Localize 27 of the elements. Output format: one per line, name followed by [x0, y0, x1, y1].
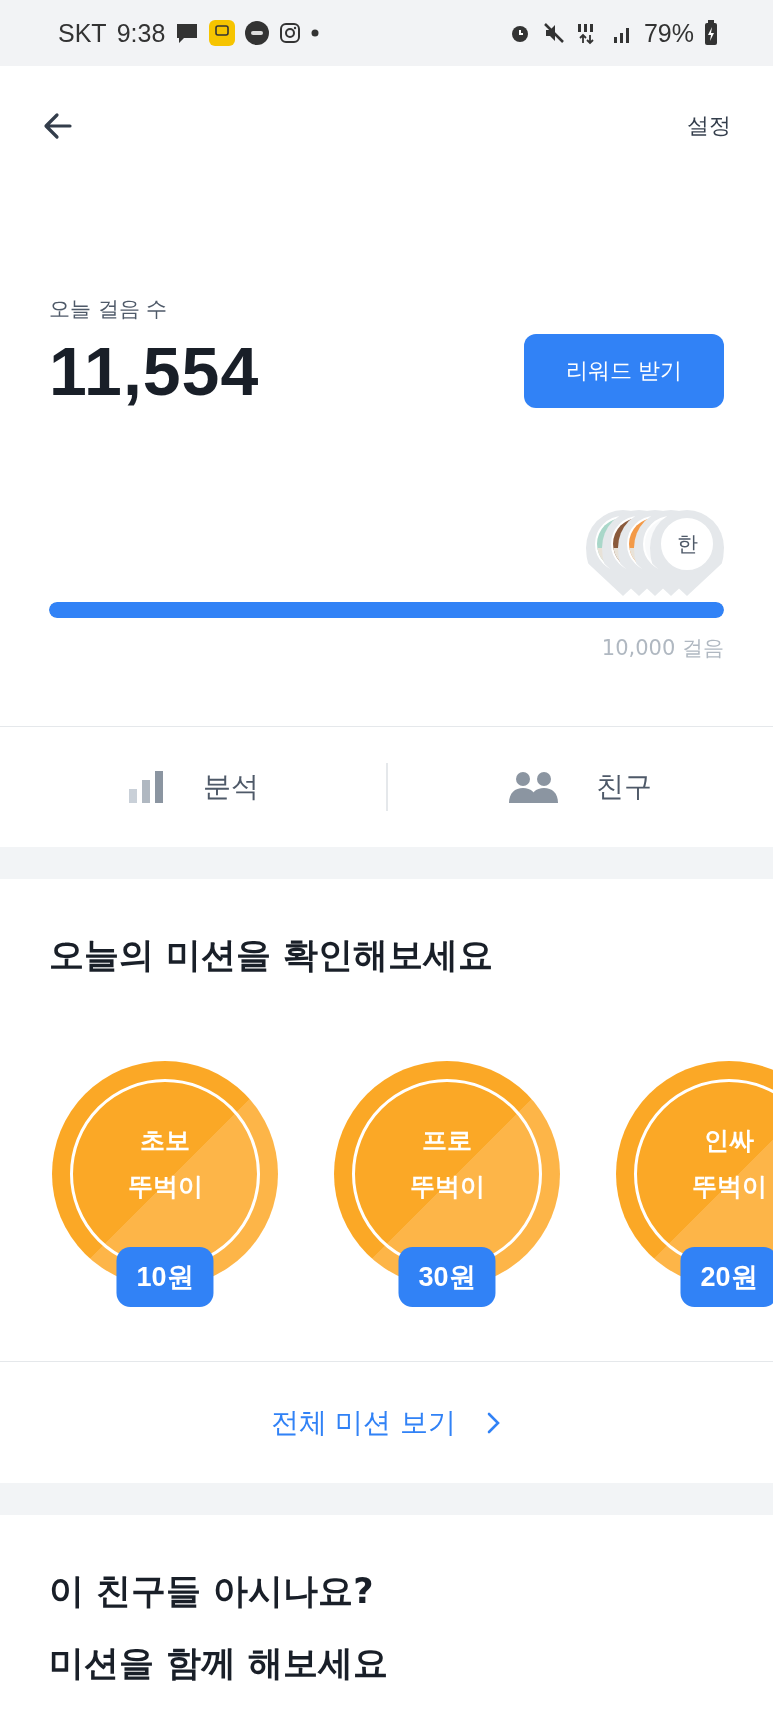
chat-bubble-icon	[175, 21, 200, 45]
battery-charging-icon	[704, 20, 718, 46]
camera-app-icon	[279, 22, 302, 44]
mission-name: 초보 뚜벅이	[127, 1125, 203, 1203]
step-count: 11,554	[49, 332, 260, 410]
steps-label: 오늘 걸음 수	[49, 296, 169, 323]
message-app-icon	[209, 20, 236, 46]
mute-icon	[541, 21, 566, 45]
section-title: 미션을 함께 해보세요	[48, 1642, 390, 1685]
battery-percent-text: 79%	[643, 18, 694, 48]
section-title: 오늘의 미션을 확인해보세요	[48, 934, 495, 977]
mission-name: 인싸 뚜벅이	[691, 1125, 767, 1203]
people-icon	[508, 770, 561, 804]
settings-link[interactable]: 설정	[687, 111, 731, 141]
reward-tag: 20원	[680, 1247, 773, 1307]
section-title: 이 친구들 아시나요?	[48, 1570, 375, 1613]
reward-button[interactable]: 리워드 받기	[524, 334, 724, 408]
clock-text: 9:38	[116, 18, 166, 48]
reward-tag: 10원	[116, 1247, 214, 1307]
tab[interactable]: 분석	[0, 727, 386, 847]
goal-label: 10,000 걸음	[600, 635, 724, 662]
dot-icon	[311, 29, 320, 37]
all-missions-link[interactable]: 전체 미션 보기	[0, 1361, 773, 1483]
reward-tag: 30원	[398, 1247, 496, 1307]
mission-name: 프로 뚜벅이	[409, 1125, 485, 1203]
carrier-text: SKT	[58, 18, 107, 48]
tab[interactable]: 친구	[387, 727, 773, 847]
